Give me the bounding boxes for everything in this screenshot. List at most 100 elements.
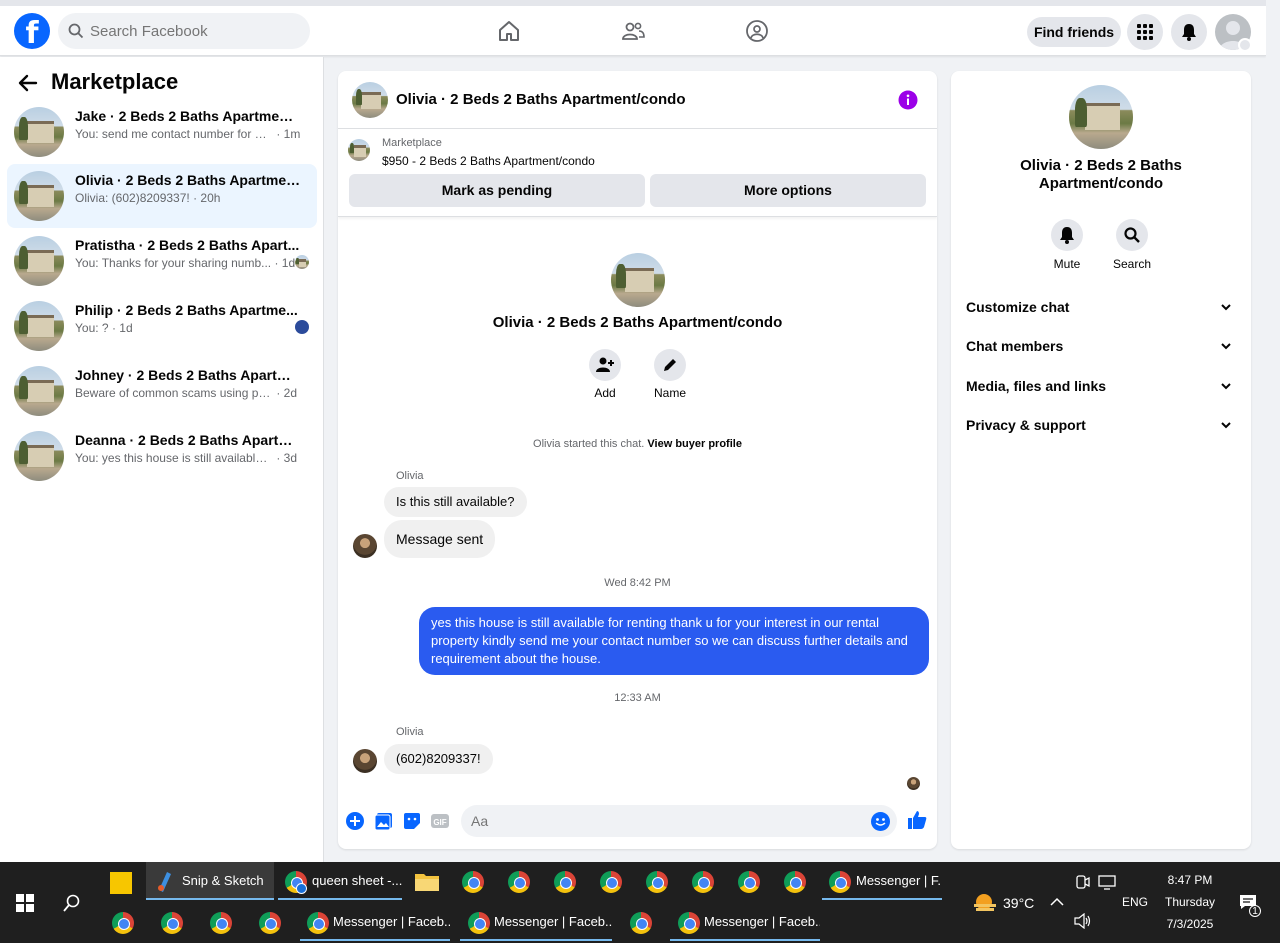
chrome-icon[interactable] <box>600 871 622 893</box>
conversation-item-active[interactable]: Olivia · 2 Beds 2 Baths Apartment/... Ol… <box>7 164 317 228</box>
sidebar-title: Marketplace <box>51 69 179 94</box>
message-timestamp: Wed 8:42 PM <box>604 577 671 589</box>
chrome-icon[interactable] <box>462 871 484 893</box>
friends-icon[interactable] <box>621 19 645 43</box>
chrome-icon[interactable] <box>738 871 760 893</box>
incoming-message[interactable]: Message sent <box>384 520 496 558</box>
clock-time[interactable]: 8:47 PM <box>1160 873 1220 887</box>
mark-as-pending-button[interactable]: Mark as pending <box>349 174 645 207</box>
find-friends-button[interactable]: Find friends <box>1027 17 1121 47</box>
conversation-preview: You: yes this house is still available f… <box>75 451 298 465</box>
chevron-down-icon <box>1221 422 1231 429</box>
facebook-logo[interactable]: f <box>14 13 50 49</box>
info-icon[interactable] <box>898 90 918 110</box>
chrome-icon[interactable] <box>646 871 668 893</box>
account-caret-icon[interactable] <box>1238 38 1252 52</box>
chrome-icon[interactable] <box>784 871 806 893</box>
message-input[interactable] <box>471 805 861 837</box>
clock-date[interactable]: 7/3/2025 <box>1160 917 1220 931</box>
sender-avatar[interactable] <box>353 749 377 773</box>
gif-icon[interactable]: GIF <box>430 811 450 831</box>
chrome-icon[interactable] <box>508 871 530 893</box>
chat-title[interactable]: Olivia · 2 Beds 2 Baths Apartment/condo <box>396 91 686 108</box>
sender-name: Olivia <box>396 726 424 738</box>
chrome-icon[interactable] <box>259 912 281 934</box>
chrome-icon[interactable] <box>161 912 183 934</box>
chrome-icon[interactable] <box>210 912 232 934</box>
network-icon[interactable] <box>1098 874 1116 890</box>
meet-now-icon[interactable] <box>1074 874 1090 890</box>
volume-icon[interactable] <box>1074 913 1092 929</box>
top-navigation-bar: f Find friends <box>0 0 1266 56</box>
clock-day[interactable]: Thursday <box>1160 895 1220 909</box>
chevron-down-icon <box>1221 304 1231 311</box>
weather-sun-icon[interactable] <box>972 891 998 913</box>
view-buyer-profile-link[interactable]: View buyer profile <box>647 438 742 450</box>
file-explorer-icon[interactable] <box>415 871 439 891</box>
listing-price-title[interactable]: $950 - 2 Beds 2 Baths Apartment/condo <box>382 154 595 168</box>
incoming-message[interactable]: (602)8209337! <box>384 744 493 774</box>
outgoing-message[interactable]: yes this house is still available for re… <box>419 607 929 675</box>
add-people-action[interactable]: Add <box>575 349 635 400</box>
conversation-name: Johney · 2 Beds 2 Baths Apartmen... <box>75 367 301 383</box>
chrome-icon <box>307 912 329 934</box>
taskbar-search-icon[interactable] <box>63 894 81 912</box>
sender-avatar[interactable] <box>353 534 377 558</box>
chrome-icon[interactable] <box>630 912 652 934</box>
conversation-item[interactable]: Pratistha · 2 Beds 2 Baths Apart... You:… <box>7 229 317 293</box>
chrome-icon[interactable] <box>692 871 714 893</box>
marketplace-sidebar: Marketplace Jake · 2 Beds 2 Baths Apartm… <box>0 57 324 862</box>
name-chat-action[interactable]: Name <box>640 349 700 400</box>
bell-icon <box>1060 227 1074 244</box>
privacy-support-section[interactable]: Privacy & support <box>966 413 1236 437</box>
details-title: Olivia · 2 Beds 2 Baths Apartment/condo <box>1020 157 1182 192</box>
conversation-preview: Beware of common scams using pay... · 2d <box>75 386 298 400</box>
media-files-links-section[interactable]: Media, files and links <box>966 374 1236 398</box>
home-icon[interactable] <box>497 19 521 43</box>
snip-sketch-icon <box>158 872 171 892</box>
emoji-icon[interactable] <box>871 812 890 831</box>
thumbs-up-icon[interactable] <box>906 809 928 831</box>
search-in-chat-action[interactable]: Search <box>1107 219 1157 271</box>
incoming-message[interactable]: Is this still available? <box>384 487 527 517</box>
windows-start-icon[interactable] <box>16 894 34 912</box>
conversation-item[interactable]: Deanna · 2 Beds 2 Baths Apartmen... You:… <box>7 424 317 488</box>
photo-icon[interactable] <box>374 811 394 831</box>
search-input[interactable] <box>90 13 300 49</box>
notifications-icon <box>1182 24 1196 41</box>
menu-button[interactable] <box>1127 14 1163 50</box>
message-composer[interactable] <box>461 805 897 837</box>
chrome-icon[interactable] <box>554 871 576 893</box>
chat-avatar[interactable] <box>352 82 388 118</box>
sticky-notes-icon[interactable] <box>110 872 132 894</box>
add-label: Add <box>594 386 616 400</box>
groups-icon[interactable] <box>745 19 769 43</box>
temperature-text[interactable]: 39°C <box>1003 895 1034 911</box>
conversation-name: Olivia · 2 Beds 2 Baths Apartment/... <box>75 172 301 188</box>
marketplace-listing-card: Marketplace $950 - 2 Beds 2 Baths Apartm… <box>338 129 937 217</box>
sticker-icon[interactable] <box>402 811 422 831</box>
conversation-item[interactable]: Johney · 2 Beds 2 Baths Apartmen... Bewa… <box>7 359 317 423</box>
mute-action[interactable]: Mute <box>1042 219 1092 271</box>
search-label: Search <box>1112 257 1152 271</box>
profile-badge-icon <box>296 883 307 894</box>
chat-members-section[interactable]: Chat members <box>966 334 1236 358</box>
conversation-item[interactable]: Philip · 2 Beds 2 Baths Apartme... You: … <box>7 294 317 358</box>
language-indicator[interactable]: ENG <box>1122 895 1148 909</box>
more-options-button[interactable]: More options <box>650 174 926 207</box>
conversation-title: Olivia · 2 Beds 2 Baths Apartment/condo <box>492 314 783 331</box>
mute-label: Mute <box>1053 257 1081 271</box>
plus-circle-icon[interactable] <box>345 811 365 831</box>
search-box[interactable] <box>58 13 310 49</box>
search-icon <box>68 23 84 39</box>
chrome-icon[interactable] <box>112 912 134 934</box>
read-receipt-avatar <box>907 777 920 790</box>
customize-chat-section[interactable]: Customize chat <box>966 295 1236 319</box>
chevron-up-icon[interactable] <box>1050 897 1064 907</box>
page-scrollbar[interactable] <box>1266 0 1280 862</box>
back-arrow-icon[interactable] <box>18 73 38 93</box>
notifications-button[interactable] <box>1171 14 1207 50</box>
conversation-preview: Olivia: (602)8209337! · 20h <box>75 191 221 205</box>
conversation-name: Pratistha · 2 Beds 2 Baths Apart... <box>75 237 300 253</box>
conversation-item[interactable]: Jake · 2 Beds 2 Baths Apartment/c... You… <box>7 100 317 164</box>
